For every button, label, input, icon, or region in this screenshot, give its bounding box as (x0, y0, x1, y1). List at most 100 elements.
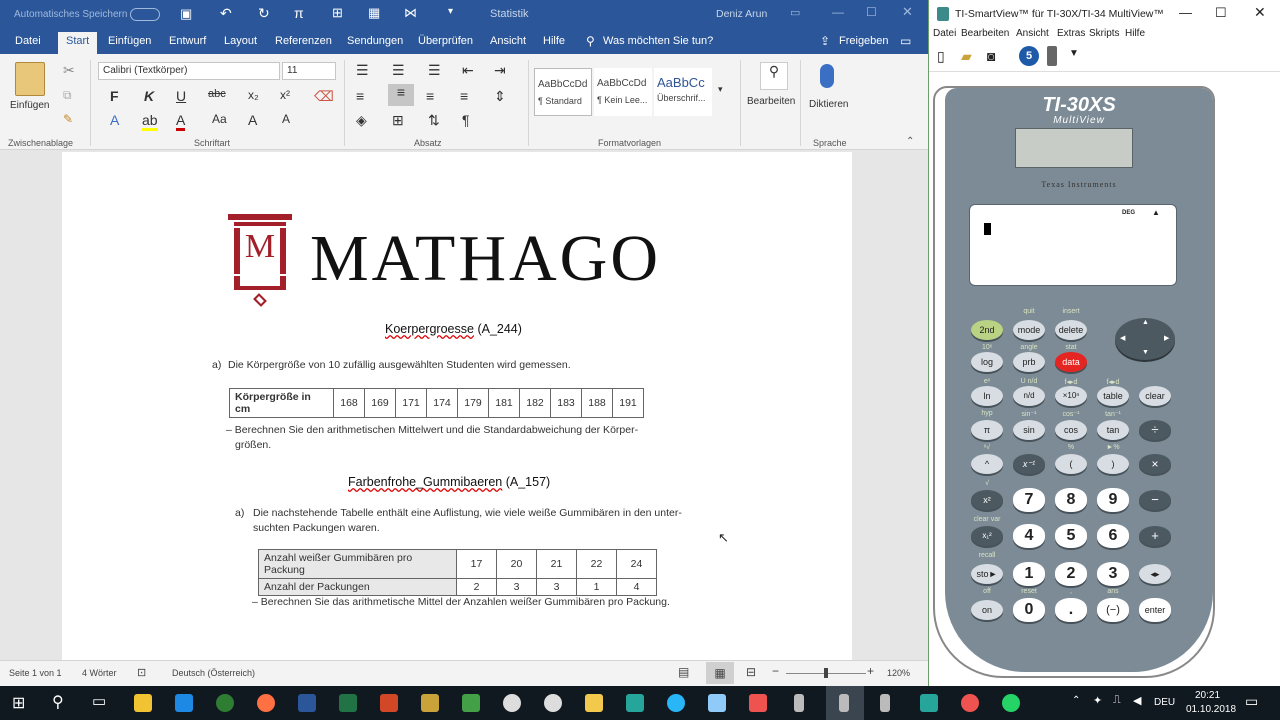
key-toggle[interactable]: ◂▸ (1139, 564, 1171, 584)
volume-icon[interactable]: ◀ (1133, 694, 1141, 707)
tab-sendungen[interactable]: Sendungen (347, 35, 403, 47)
borders-icon[interactable]: ⊞ (392, 112, 404, 129)
key-minus[interactable]: − (1139, 490, 1171, 510)
dictate-button[interactable]: Diktieren (809, 99, 848, 110)
superscript-icon[interactable]: x² (280, 88, 290, 102)
chevron-up-icon[interactable]: ⌃ (1072, 695, 1080, 706)
app-icon[interactable] (544, 694, 562, 712)
key-prb[interactable]: prb (1013, 352, 1045, 372)
key-tan[interactable]: tan (1097, 420, 1129, 440)
align-left-icon[interactable]: ≡ (356, 88, 364, 104)
sort-icon[interactable]: ⇅ (428, 112, 440, 129)
autosave-toggle[interactable] (130, 8, 160, 21)
app-icon[interactable] (708, 694, 726, 712)
bullets-icon[interactable]: ☰ (356, 62, 369, 79)
windows-start-icon[interactable]: ⊞ (12, 693, 25, 713)
bold-icon[interactable]: F (110, 88, 119, 104)
key-power[interactable]: ^ (971, 454, 1003, 474)
file-explorer-icon[interactable] (134, 694, 152, 712)
new-file-icon[interactable]: ▯ (937, 48, 945, 65)
tab-start[interactable]: Start (58, 32, 98, 54)
undo-icon[interactable]: ↶ (220, 5, 232, 22)
key-clear[interactable]: clear (1139, 386, 1171, 406)
maximize-icon[interactable]: ☐ (866, 5, 877, 19)
close-icon[interactable]: ✕ (1254, 4, 1266, 21)
calculator-taskbar-icon[interactable] (880, 694, 890, 712)
decrease-indent-icon[interactable]: ⇤ (462, 62, 474, 79)
align-center-icon[interactable]: ≡ (388, 84, 414, 106)
numbering-icon[interactable]: ☰ (392, 62, 405, 79)
camtasia-icon[interactable] (462, 694, 480, 712)
key-5[interactable]: 5 (1055, 524, 1087, 548)
strikethrough-icon[interactable]: abc (208, 88, 226, 100)
zoom-in-icon[interactable]: + (867, 664, 874, 678)
user-name[interactable]: Deniz Arun (716, 8, 767, 20)
print-layout-icon[interactable]: ▦ (706, 662, 734, 684)
app-icon[interactable] (421, 694, 439, 712)
key-on[interactable]: on (971, 600, 1003, 620)
app-icon[interactable] (749, 694, 767, 712)
underline-icon[interactable]: U (176, 88, 186, 104)
key-3[interactable]: 3 (1097, 562, 1129, 586)
language-status[interactable]: Deutsch (Österreich) (172, 668, 255, 678)
format-painter-icon[interactable]: ✎ (63, 112, 73, 126)
key-0[interactable]: 0 (1013, 598, 1045, 622)
grow-font-icon[interactable]: A (248, 112, 257, 128)
style-heading[interactable]: AaBbCc Überschrif... (654, 68, 712, 116)
minimize-icon[interactable]: — (1179, 5, 1192, 20)
copy-icon[interactable]: ⧉ (63, 88, 72, 103)
edit-button[interactable]: Bearbeiten (747, 96, 795, 107)
tab-datei[interactable]: Datei (15, 35, 41, 47)
tab-entwurf[interactable]: Entwurf (169, 35, 206, 47)
tab-referenzen[interactable]: Referenzen (275, 35, 332, 47)
language-indicator[interactable]: DEU (1154, 697, 1175, 708)
increase-indent-icon[interactable]: ⇥ (494, 62, 506, 79)
key-variable[interactable]: x₁² (971, 526, 1003, 546)
right-arrow-icon[interactable]: ▶ (1164, 334, 1169, 342)
key-6[interactable]: 6 (1097, 524, 1129, 548)
minimize-icon[interactable]: — (832, 5, 844, 19)
app-icon[interactable] (667, 694, 685, 712)
menu-datei[interactable]: Datei (933, 28, 956, 39)
menu-hilfe[interactable]: Hilfe (1125, 28, 1145, 39)
columns-icon[interactable]: ⋈ (404, 5, 417, 21)
app-icon[interactable] (961, 694, 979, 712)
task-view-icon[interactable]: ▭ (92, 692, 106, 710)
save-icon[interactable]: ▣ (180, 6, 192, 22)
clock-time[interactable]: 20:21 (1195, 690, 1220, 701)
key-multiply[interactable]: × (1139, 454, 1171, 474)
ribbon-display-icon[interactable]: ▭ (790, 6, 800, 19)
key-data[interactable]: data (1055, 352, 1087, 372)
ti-smartview-icon[interactable] (839, 694, 849, 712)
zoom-out-icon[interactable]: − (772, 664, 779, 678)
key-pi[interactable]: π (971, 420, 1003, 440)
dropbox-icon[interactable]: ✦ (1093, 694, 1102, 707)
text-effects-icon[interactable]: A (110, 112, 119, 128)
key-4[interactable]: 4 (1013, 524, 1045, 548)
key-ln[interactable]: ln (971, 386, 1003, 406)
tab-ansicht[interactable]: Ansicht (490, 35, 526, 47)
font-name-box[interactable]: Calibri (Textkörper) (98, 62, 280, 80)
calculator-taskbar-icon[interactable] (794, 694, 804, 712)
table-icon[interactable]: ▦ (368, 5, 380, 21)
show-marks-icon[interactable]: ¶ (462, 112, 470, 128)
key-negative[interactable]: (−) (1097, 598, 1129, 622)
left-arrow-icon[interactable]: ◀ (1120, 334, 1125, 342)
font-color-icon[interactable]: A (176, 112, 186, 131)
align-right-icon[interactable]: ≡ (426, 88, 434, 104)
open-folder-icon[interactable]: ▰ (961, 48, 972, 65)
key-plus[interactable]: + (1139, 526, 1171, 546)
redo-icon[interactable]: ↻ (258, 5, 270, 22)
close-icon[interactable]: ✕ (902, 4, 913, 20)
font-size-box[interactable]: 11 (282, 62, 336, 80)
excel-icon[interactable] (339, 694, 357, 712)
styles-more-icon[interactable]: ▾ (718, 84, 723, 95)
paste-button[interactable]: Einfügen (10, 100, 49, 111)
powerpoint-icon[interactable] (380, 694, 398, 712)
key-store[interactable]: sto► (971, 564, 1003, 584)
key-table[interactable]: table (1097, 386, 1129, 406)
layout-icon[interactable]: ⊞ (332, 5, 343, 21)
key-log[interactable]: log (971, 352, 1003, 372)
menu-skripts[interactable]: Skripts (1089, 28, 1120, 39)
tab-ueberpruefen[interactable]: Überprüfen (418, 35, 473, 47)
